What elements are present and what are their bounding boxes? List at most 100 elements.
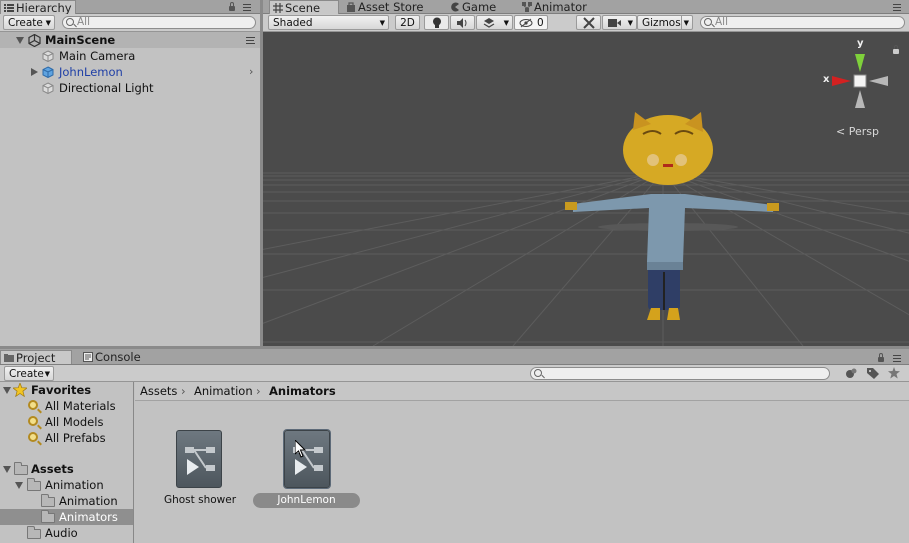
- projection-toggle[interactable]: < Persp: [836, 125, 879, 138]
- expand-arrow-icon[interactable]: [15, 482, 23, 489]
- gameobject-cube-icon: [42, 82, 54, 94]
- hierarchy-search-input[interactable]: All: [62, 16, 256, 29]
- folder-label: Animators: [59, 510, 118, 524]
- breadcrumb-item[interactable]: Assets: [140, 382, 177, 400]
- audio-toggle-button[interactable]: [450, 15, 475, 30]
- tab-asset-store[interactable]: Asset Store: [343, 0, 431, 14]
- assets-title: Assets: [31, 462, 74, 476]
- gameobject-cube-icon: [42, 50, 54, 62]
- folder-row[interactable]: Animation: [0, 477, 133, 493]
- folder-label: Animation: [59, 494, 118, 508]
- hierarchy-item-label: JohnLemon: [59, 65, 123, 79]
- lock-icon[interactable]: [229, 2, 235, 11]
- folder-label: Audio: [45, 526, 78, 540]
- panel-menu-icon[interactable]: [893, 355, 901, 362]
- breadcrumb-item-current[interactable]: Animators: [269, 382, 336, 400]
- asset-item[interactable]: Ghost shower: [155, 428, 245, 528]
- effects-layers-icon: [483, 18, 495, 28]
- tab-label: Scene: [285, 1, 321, 15]
- video-camera-icon: [608, 19, 621, 27]
- perspective-icon: <: [836, 125, 846, 138]
- hierarchy-tabbar: Hierarchy: [0, 0, 260, 15]
- folder-row[interactable]: Animation: [0, 493, 133, 509]
- orientation-gizmo[interactable]: [818, 40, 898, 118]
- animator-icon: [522, 2, 532, 12]
- scene-viewport[interactable]: y x < Persp: [263, 32, 909, 346]
- folder-icon: [4, 354, 14, 362]
- expand-arrow-icon[interactable]: [16, 37, 24, 44]
- scene-row[interactable]: MainScene: [0, 32, 260, 48]
- chevron-right-icon[interactable]: ›: [249, 65, 253, 78]
- toggle-2d-label: 2D: [400, 17, 415, 29]
- expand-arrow-icon[interactable]: [31, 68, 38, 76]
- folder-icon: [41, 494, 55, 507]
- folder-row[interactable]: Audio: [0, 525, 133, 541]
- tab-console[interactable]: Console: [80, 350, 152, 364]
- create-button[interactable]: Create ▼: [4, 366, 54, 381]
- search-icon: [66, 18, 74, 26]
- lock-icon[interactable]: [878, 353, 884, 362]
- asset-item-selected[interactable]: JohnLemon: [253, 428, 363, 528]
- tab-label: Console: [95, 350, 141, 364]
- console-icon: [83, 352, 93, 362]
- toggle-2d-button[interactable]: 2D: [395, 15, 420, 30]
- favorites-item[interactable]: All Prefabs: [0, 430, 133, 446]
- gizmos-dropdown[interactable]: Gizmos ▼: [637, 15, 693, 30]
- star-icon: [13, 383, 27, 397]
- folder-icon: [41, 510, 55, 523]
- folder-icon: [27, 526, 41, 539]
- favorite-star-icon[interactable]: [888, 367, 900, 379]
- panel-menu-icon[interactable]: [243, 4, 251, 11]
- filter-by-type-icon[interactable]: [845, 368, 857, 379]
- scene-menu-icon[interactable]: [246, 37, 255, 44]
- johnlemon-character[interactable]: [563, 112, 783, 346]
- search-filter-icon: [28, 432, 38, 442]
- scene-panel: Scene Asset Store Game Animator Shaded ▼…: [263, 0, 909, 346]
- animator-controller-icon: [176, 430, 222, 488]
- favorites-item[interactable]: All Materials: [0, 398, 133, 414]
- tab-label: Asset Store: [358, 0, 424, 14]
- asset-label: JohnLemon: [253, 493, 360, 508]
- folder-icon: [14, 462, 28, 475]
- animator-graph-icon: [185, 447, 215, 475]
- tab-game[interactable]: Game: [447, 0, 507, 14]
- tab-label: Project: [16, 351, 56, 365]
- create-label: Create: [9, 368, 44, 380]
- create-button[interactable]: Create ▼: [3, 15, 55, 30]
- shading-mode-dropdown[interactable]: Shaded ▼: [268, 15, 389, 30]
- expand-arrow-icon[interactable]: [3, 466, 11, 473]
- tools-toggle-button[interactable]: [576, 15, 601, 30]
- hidden-objects-toggle[interactable]: 0: [514, 15, 548, 30]
- hierarchy-item[interactable]: Directional Light: [0, 80, 260, 96]
- shading-mode-value: Shaded: [273, 17, 313, 29]
- hierarchy-item[interactable]: Main Camera: [0, 48, 260, 64]
- effects-dropdown[interactable]: ▼: [476, 15, 513, 30]
- eye-slash-icon: [519, 18, 533, 28]
- tab-project[interactable]: Project: [0, 350, 72, 365]
- camera-dropdown[interactable]: ▼: [602, 15, 637, 30]
- favorites-row[interactable]: Favorites: [0, 382, 133, 398]
- breadcrumb: Assets › Animation › Animators: [135, 382, 909, 401]
- lighting-toggle-button[interactable]: [424, 15, 449, 30]
- gizmo-x-label: x: [823, 74, 830, 85]
- search-placeholder: All: [77, 16, 91, 28]
- filter-by-label-icon[interactable]: [867, 368, 879, 379]
- breadcrumb-item[interactable]: Animation: [194, 382, 253, 400]
- project-search-input[interactable]: [530, 367, 830, 380]
- project-panel: Project Console Create ▼ Favorites All M…: [0, 349, 909, 543]
- search-icon: [534, 369, 542, 377]
- tab-animator[interactable]: Animator: [519, 0, 599, 14]
- favorites-item[interactable]: All Models: [0, 414, 133, 430]
- gizmo-lock-icon[interactable]: [893, 45, 899, 54]
- expand-arrow-icon[interactable]: [3, 387, 11, 394]
- hierarchy-item[interactable]: JohnLemon ›: [0, 64, 260, 80]
- folder-row-selected[interactable]: Animators: [0, 509, 133, 525]
- panel-menu-icon[interactable]: [893, 4, 901, 11]
- tab-hierarchy[interactable]: Hierarchy: [0, 0, 76, 15]
- gizmo-y-label: y: [857, 38, 864, 49]
- scene-search-input[interactable]: All: [700, 16, 905, 29]
- project-tree: Favorites All Materials All Models All P…: [0, 382, 134, 543]
- gizmos-label: Gizmos: [642, 17, 681, 29]
- assets-row[interactable]: Assets: [0, 461, 133, 477]
- tab-scene[interactable]: Scene: [269, 0, 339, 15]
